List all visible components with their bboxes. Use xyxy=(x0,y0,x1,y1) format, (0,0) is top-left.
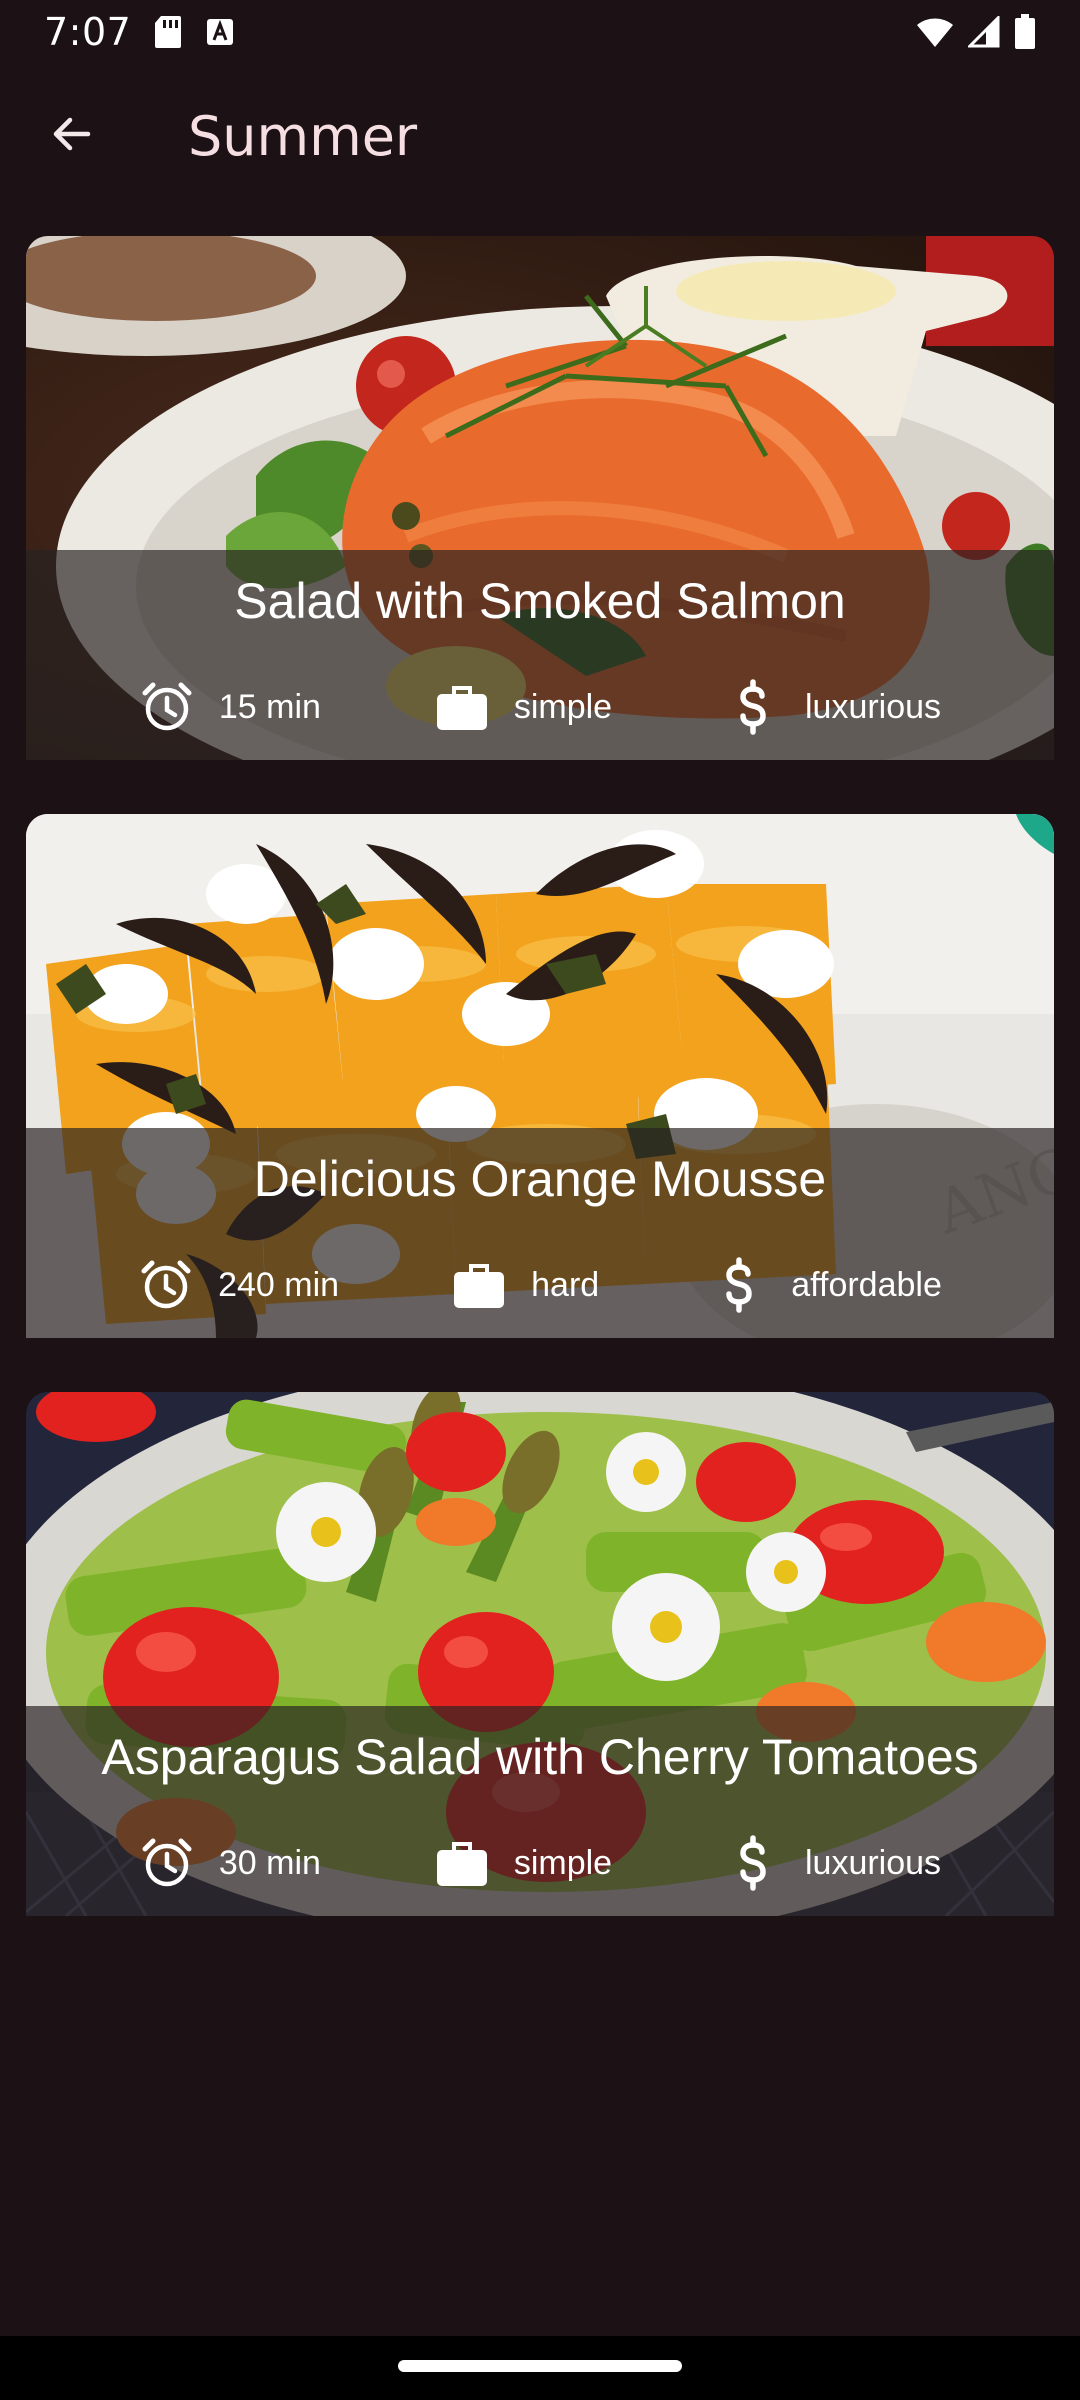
status-left: 7:07 xyxy=(44,10,235,54)
status-time: 7:07 xyxy=(44,10,132,54)
battery-icon xyxy=(1014,14,1036,50)
briefcase-icon xyxy=(434,1835,490,1891)
meal-card[interactable]: ANGO Delicious Orange Mousse 240 min har… xyxy=(26,814,1054,1338)
meta-complexity: simple xyxy=(434,679,612,735)
meal-overlay: Salad with Smoked Salmon 15 min simple l… xyxy=(26,550,1054,760)
alarm-icon xyxy=(138,1257,194,1313)
alarm-icon xyxy=(139,1835,195,1891)
navigation-bar xyxy=(0,2336,1080,2400)
status-bar: 7:07 xyxy=(0,0,1080,64)
wifi-icon xyxy=(916,16,954,48)
meal-card[interactable]: Asparagus Salad with Cherry Tomatoes 30 … xyxy=(26,1392,1054,1916)
meta-duration: 240 min xyxy=(138,1257,339,1313)
sd-card-icon xyxy=(153,14,183,50)
status-right xyxy=(916,14,1036,50)
meal-title: Delicious Orange Mousse xyxy=(253,1151,827,1207)
home-gesture-handle[interactable] xyxy=(398,2360,682,2372)
meal-meta: 240 min hard affordable xyxy=(26,1250,1054,1320)
meal-duration: 30 min xyxy=(218,1843,321,1882)
meta-complexity: simple xyxy=(434,1835,612,1891)
alarm-icon xyxy=(139,679,195,735)
meal-duration: 15 min xyxy=(218,687,321,726)
a-keyboard-icon xyxy=(205,17,235,47)
meta-complexity: hard xyxy=(451,1257,599,1313)
meal-card[interactable]: Salad with Smoked Salmon 15 min simple l… xyxy=(26,236,1054,760)
meal-overlay: Delicious Orange Mousse 240 min hard aff… xyxy=(26,1128,1054,1338)
meta-affordability: affordable xyxy=(711,1257,942,1313)
meal-title: Asparagus Salad with Cherry Tomatoes xyxy=(101,1729,979,1785)
app-bar: Summer xyxy=(0,64,1080,208)
meal-list: Salad with Smoked Salmon 15 min simple l… xyxy=(26,236,1054,1916)
meal-complexity: simple xyxy=(513,687,613,726)
signal-icon xyxy=(968,16,1000,48)
meal-affordability: luxurious xyxy=(804,687,942,726)
briefcase-icon xyxy=(451,1257,507,1313)
dollar-icon xyxy=(725,1835,781,1891)
meal-affordability: luxurious xyxy=(804,1843,942,1882)
back-button[interactable] xyxy=(24,88,120,184)
page-title: Summer xyxy=(188,104,418,168)
meal-affordability: affordable xyxy=(791,1265,942,1304)
dollar-icon xyxy=(711,1257,767,1313)
meal-title: Salad with Smoked Salmon xyxy=(234,573,846,629)
dollar-icon xyxy=(725,679,781,735)
meal-complexity: simple xyxy=(513,1843,613,1882)
meal-duration: 240 min xyxy=(218,1265,340,1304)
meal-overlay: Asparagus Salad with Cherry Tomatoes 30 … xyxy=(26,1706,1054,1916)
briefcase-icon xyxy=(434,679,490,735)
meal-meta: 30 min simple luxurious xyxy=(26,1828,1054,1898)
meta-affordability: luxurious xyxy=(725,679,941,735)
meta-affordability: luxurious xyxy=(725,1835,941,1891)
meal-meta: 15 min simple luxurious xyxy=(26,672,1054,742)
meal-complexity: hard xyxy=(531,1265,600,1304)
meta-duration: 15 min xyxy=(139,679,321,735)
meta-duration: 30 min xyxy=(139,1835,321,1891)
arrow-back-icon xyxy=(48,110,96,163)
